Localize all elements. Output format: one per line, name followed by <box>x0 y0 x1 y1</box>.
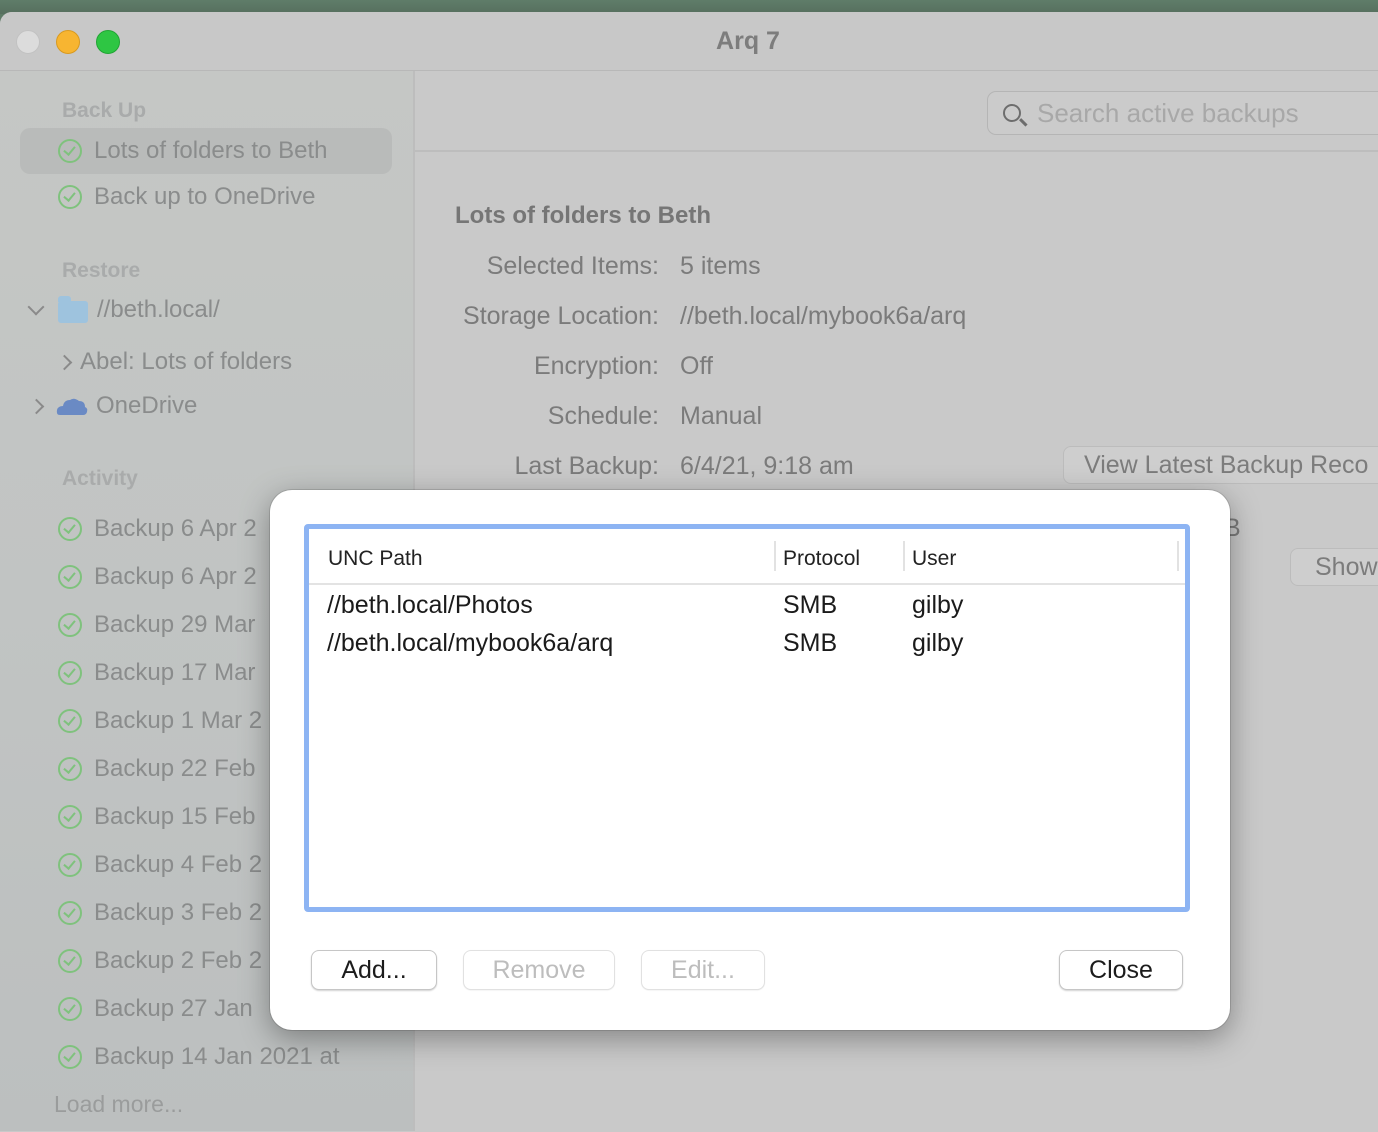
success-check-icon <box>58 139 82 163</box>
detail-label: Last Backup: <box>514 452 659 480</box>
window-title: Arq 7 <box>716 27 780 55</box>
detail-row: Selected Items: 5 items <box>0 252 1000 286</box>
detail-value: Off <box>680 352 713 380</box>
column-header-protocol[interactable]: Protocol <box>783 547 860 571</box>
success-check-icon <box>58 709 82 733</box>
activity-item-label: Backup 2 Feb 2 <box>94 947 263 974</box>
activity-item-label: Backup 27 Jan <box>94 995 253 1022</box>
success-check-icon <box>58 661 82 685</box>
success-check-icon <box>58 517 82 541</box>
search-placeholder: Search active backups <box>1037 97 1299 128</box>
unc-paths-table[interactable]: UNC Path Protocol User //beth.local/Phot… <box>304 524 1190 912</box>
detail-label: Schedule: <box>547 402 659 430</box>
success-check-icon <box>58 949 82 973</box>
activity-item-label: Backup 17 Mar <box>94 659 256 686</box>
detail-value: 6/4/21, 9:18 am <box>680 452 854 480</box>
success-check-icon <box>58 853 82 877</box>
table-header: UNC Path Protocol User <box>309 529 1185 585</box>
success-check-icon <box>58 613 82 637</box>
activity-item-label: Backup 29 Mar <box>94 611 256 638</box>
column-divider[interactable] <box>774 541 776 571</box>
activity-item[interactable]: Backup 14 Jan 2021 at <box>20 1034 392 1080</box>
cell-user: gilby <box>912 591 964 619</box>
sidebar-item-label: Back up to OneDrive <box>94 183 316 210</box>
remove-button: Remove <box>463 950 615 990</box>
sidebar-item-label: Lots of folders to Beth <box>94 137 328 164</box>
sidebar-item-backup-plan[interactable]: Lots of folders to Beth <box>20 128 392 174</box>
activity-item-label: Backup 22 Feb <box>94 755 256 782</box>
activity-item-label: Backup 1 Mar 2 <box>94 707 263 734</box>
detail-label: Storage Location: <box>463 302 659 330</box>
cell-unc-path: //beth.local/mybook6a/arq <box>327 629 614 657</box>
success-check-icon <box>58 997 82 1021</box>
success-check-icon <box>58 757 82 781</box>
activity-item-label: Backup 4 Feb 2 <box>94 851 263 878</box>
activity-item-label: Backup 3 Feb 2 <box>94 899 263 926</box>
column-divider[interactable] <box>1177 541 1179 571</box>
title-bar: Arq 7 <box>0 12 1378 71</box>
success-check-icon <box>58 565 82 589</box>
detail-row: Schedule: Manual <box>0 402 1000 436</box>
detail-value: Manual <box>680 402 762 430</box>
section-header-backup: Back Up <box>62 99 147 122</box>
detail-title: Lots of folders to Beth <box>455 202 711 229</box>
cell-protocol: SMB <box>783 591 838 619</box>
close-button[interactable]: Close <box>1059 950 1183 990</box>
sidebar-item-backup-plan[interactable]: Back up to OneDrive <box>20 174 392 220</box>
show-button[interactable]: Show <box>1290 548 1378 586</box>
detail-row: Storage Location: //beth.local/mybook6a/… <box>0 302 1000 336</box>
column-divider[interactable] <box>903 541 905 571</box>
detail-value: 5 items <box>680 252 761 280</box>
success-check-icon <box>58 1045 82 1069</box>
detail-row: Encryption: Off <box>0 352 1000 386</box>
load-more-link[interactable]: Load more... <box>54 1091 183 1118</box>
activity-item-label: Backup 6 Apr 2 <box>94 515 257 542</box>
detail-row: Last Backup: 6/4/21, 9:18 am <box>0 452 1000 486</box>
unc-paths-dialog: UNC Path Protocol User //beth.local/Phot… <box>270 490 1230 1030</box>
edit-button: Edit... <box>641 950 765 990</box>
toolbar-divider <box>413 150 1378 152</box>
search-icon <box>1003 104 1021 122</box>
column-header-user[interactable]: User <box>912 547 956 571</box>
detail-label: Encryption: <box>533 352 659 380</box>
search-input[interactable]: Search active backups <box>987 91 1378 135</box>
success-check-icon <box>58 185 82 209</box>
cell-unc-path: //beth.local/Photos <box>327 591 533 619</box>
detail-value: //beth.local/mybook6a/arq <box>680 302 967 330</box>
table-row[interactable]: //beth.local/mybook6a/arq SMB gilby <box>309 625 1185 663</box>
success-check-icon <box>58 805 82 829</box>
add-button[interactable]: Add... <box>311 950 437 990</box>
cell-user: gilby <box>912 629 964 657</box>
column-header-unc-path[interactable]: UNC Path <box>328 547 423 571</box>
view-latest-backup-record-button[interactable]: View Latest Backup Reco <box>1063 446 1378 484</box>
activity-item-label: Backup 14 Jan 2021 at <box>94 1043 340 1070</box>
detail-label: Selected Items: <box>486 252 659 280</box>
cell-protocol: SMB <box>783 629 838 657</box>
table-row[interactable]: //beth.local/Photos SMB gilby <box>309 587 1185 625</box>
success-check-icon <box>58 901 82 925</box>
activity-item-label: Backup 6 Apr 2 <box>94 563 257 590</box>
activity-item-label: Backup 15 Feb <box>94 803 256 830</box>
